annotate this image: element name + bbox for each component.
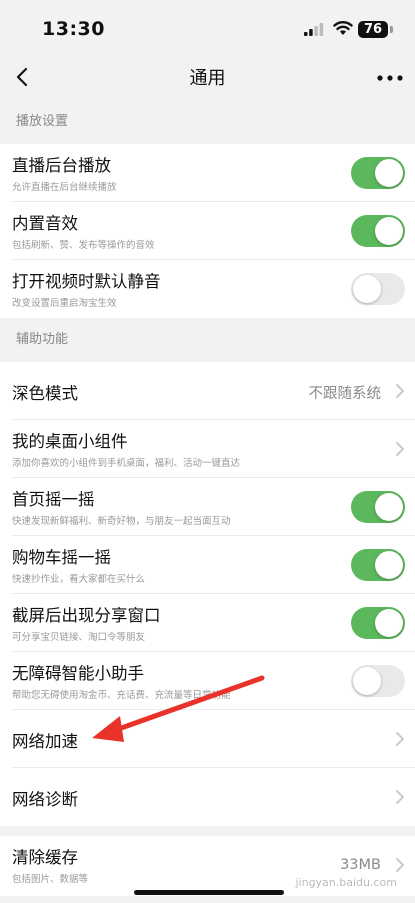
setting-subtitle: 可分享宝贝链接、淘口令等朋友 [12, 632, 146, 643]
setting-title: 直播后台播放 [12, 156, 111, 175]
setting-row-cart-shake: 购物车摇一摇 快速抄作业，看大家都在买什么 [12, 536, 415, 594]
chevron-right-icon [396, 384, 404, 398]
setting-title: 首页摇一摇 [12, 490, 95, 509]
battery-tip [390, 26, 393, 33]
setting-subtitle: 快速抄作业，看大家都在买什么 [12, 574, 146, 585]
dark-mode-value: 不跟随系统 [308, 386, 382, 402]
nav-bar: 通用 [0, 58, 415, 100]
setting-row-dark-mode[interactable]: 深色模式 不跟随系统 [12, 362, 415, 420]
toggle-knob [375, 217, 403, 245]
setting-title: 打开视频时默认静音 [12, 272, 161, 291]
home-shake-toggle[interactable] [351, 491, 405, 523]
page-title: 通用 [189, 68, 226, 89]
built-in-sound-toggle[interactable] [351, 215, 405, 247]
status-time: 13:30 [42, 18, 105, 40]
setting-subtitle: 快速发现新鲜福利、新奇好物，与朋友一起当面互动 [12, 516, 231, 527]
cellular-signal-icon [304, 23, 324, 36]
setting-title: 网络加速 [12, 732, 78, 751]
settings-group-accessibility: 深色模式 不跟随系统 我的桌面小组件 添加你喜欢的小组件到手机桌面，福利、活动一… [0, 362, 415, 826]
chevron-right-icon [396, 790, 404, 804]
live-background-play-toggle[interactable] [351, 157, 405, 189]
toggle-knob [353, 275, 381, 303]
setting-subtitle: 允许直播在后台继续播放 [12, 182, 117, 193]
setting-row-built-in-sound: 内置音效 包括刷新、赞、发布等操作的音效 [12, 202, 415, 260]
toggle-knob [353, 667, 381, 695]
accessibility-assistant-toggle[interactable] [351, 665, 405, 697]
setting-title: 截屏后出现分享窗口 [12, 606, 161, 625]
chevron-right-icon [396, 732, 404, 746]
setting-title: 深色模式 [12, 384, 78, 403]
setting-subtitle: 改变设置后重启淘宝生效 [12, 298, 117, 309]
setting-title: 我的桌面小组件 [12, 432, 128, 451]
setting-title: 内置音效 [12, 214, 78, 233]
setting-row-default-mute: 打开视频时默认静音 改变设置后重启淘宝生效 [12, 260, 415, 318]
setting-subtitle: 包括刷新、赞、发布等操作的音效 [12, 240, 155, 251]
section-header-playback: 播放设置 [0, 100, 415, 144]
setting-row-network-diagnosis[interactable]: 网络诊断 [12, 768, 415, 826]
cart-shake-toggle[interactable] [351, 549, 405, 581]
setting-title: 清除缓存 [12, 848, 78, 867]
toggle-knob [375, 493, 403, 521]
toggle-knob [375, 159, 403, 187]
setting-subtitle: 包括图片、数据等 [12, 874, 89, 885]
watermark-text: jingyan.baidu.com [295, 876, 397, 889]
status-bar: 13:30 76 [0, 0, 415, 58]
cache-size-value: 33MB [340, 857, 381, 873]
setting-title: 无障碍智能小助手 [12, 664, 144, 683]
settings-group-playback: 直播后台播放 允许直播在后台继续播放 内置音效 包括刷新、赞、发布等操作的音效 … [0, 144, 415, 318]
setting-title: 网络诊断 [12, 790, 78, 809]
section-gap [0, 826, 415, 836]
setting-subtitle: 帮助您无碍使用淘金币、充话费、充流量等日常功能 [12, 690, 231, 701]
setting-row-network-acceleration[interactable]: 网络加速 [12, 710, 415, 768]
setting-row-accessibility-assistant: 无障碍智能小助手 帮助您无碍使用淘金币、充话费、充流量等日常功能 [12, 652, 415, 710]
chevron-right-icon [396, 858, 404, 872]
section-header-accessibility: 辅助功能 [0, 318, 415, 362]
wifi-icon [333, 21, 353, 35]
home-indicator [134, 890, 284, 895]
setting-title: 购物车摇一摇 [12, 548, 111, 567]
setting-row-live-background-play: 直播后台播放 允许直播在后台继续播放 [12, 144, 415, 202]
setting-row-desktop-widget[interactable]: 我的桌面小组件 添加你喜欢的小组件到手机桌面，福利、活动一键直达 [12, 420, 415, 478]
setting-row-home-shake: 首页摇一摇 快速发现新鲜福利、新奇好物，与朋友一起当面互动 [12, 478, 415, 536]
default-mute-toggle[interactable] [351, 273, 405, 305]
more-options-icon[interactable] [377, 74, 403, 82]
setting-row-screenshot-share: 截屏后出现分享窗口 可分享宝贝链接、淘口令等朋友 [12, 594, 415, 652]
screenshot-share-toggle[interactable] [351, 607, 405, 639]
chevron-right-icon [396, 442, 404, 456]
toggle-knob [375, 609, 403, 637]
battery-icon: 76 [358, 21, 388, 38]
toggle-knob [375, 551, 403, 579]
setting-subtitle: 添加你喜欢的小组件到手机桌面，福利、活动一键直达 [12, 458, 241, 469]
